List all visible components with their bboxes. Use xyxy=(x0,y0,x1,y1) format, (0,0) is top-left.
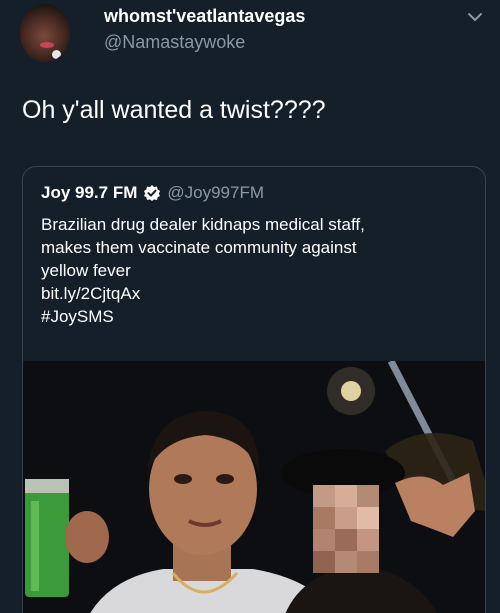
quoted-text-line: Brazilian drug dealer kidnaps medical st… xyxy=(41,215,365,234)
quoted-tweet-text: Brazilian drug dealer kidnaps medical st… xyxy=(41,213,471,328)
tweet-text: Oh y'all wanted a twist???? xyxy=(22,96,326,124)
pixelated-face xyxy=(313,485,379,573)
avatar-lips xyxy=(40,42,54,48)
avatar-lollipop xyxy=(52,50,61,59)
avatar[interactable] xyxy=(20,4,70,62)
quoted-text-line: yellow fever xyxy=(41,261,131,280)
verified-badge-icon xyxy=(144,185,161,201)
can-highlight xyxy=(31,501,39,591)
tweet: whomst'veatlantavegas @Namastaywoke Oh y… xyxy=(0,0,500,613)
can-top xyxy=(25,479,69,493)
quoted-display-name[interactable]: Joy 99.7 FM xyxy=(41,183,137,203)
street-light-glow xyxy=(327,367,375,415)
quoted-tweet-photo[interactable] xyxy=(23,361,485,613)
quoted-hashtag[interactable]: #JoySMS xyxy=(41,305,471,328)
author-display-name[interactable]: whomst'veatlantavegas xyxy=(104,6,305,27)
quoted-text-line: makes them vaccinate community against xyxy=(41,238,357,257)
quoted-tweet-card[interactable]: Joy 99.7 FM @Joy997FM Brazilian drug dea… xyxy=(22,166,486,613)
hand-holding-can xyxy=(65,511,109,563)
quoted-link[interactable]: bit.ly/2CjtqAx xyxy=(41,282,471,305)
quoted-handle[interactable]: @Joy997FM xyxy=(167,183,264,203)
man-eye-left xyxy=(174,474,192,484)
author-handle[interactable]: @Namastaywoke xyxy=(104,32,245,53)
man-eye-right xyxy=(216,474,234,484)
quoted-tweet-header: Joy 99.7 FM @Joy997FM xyxy=(41,183,264,203)
chevron-down-icon[interactable] xyxy=(466,10,484,24)
